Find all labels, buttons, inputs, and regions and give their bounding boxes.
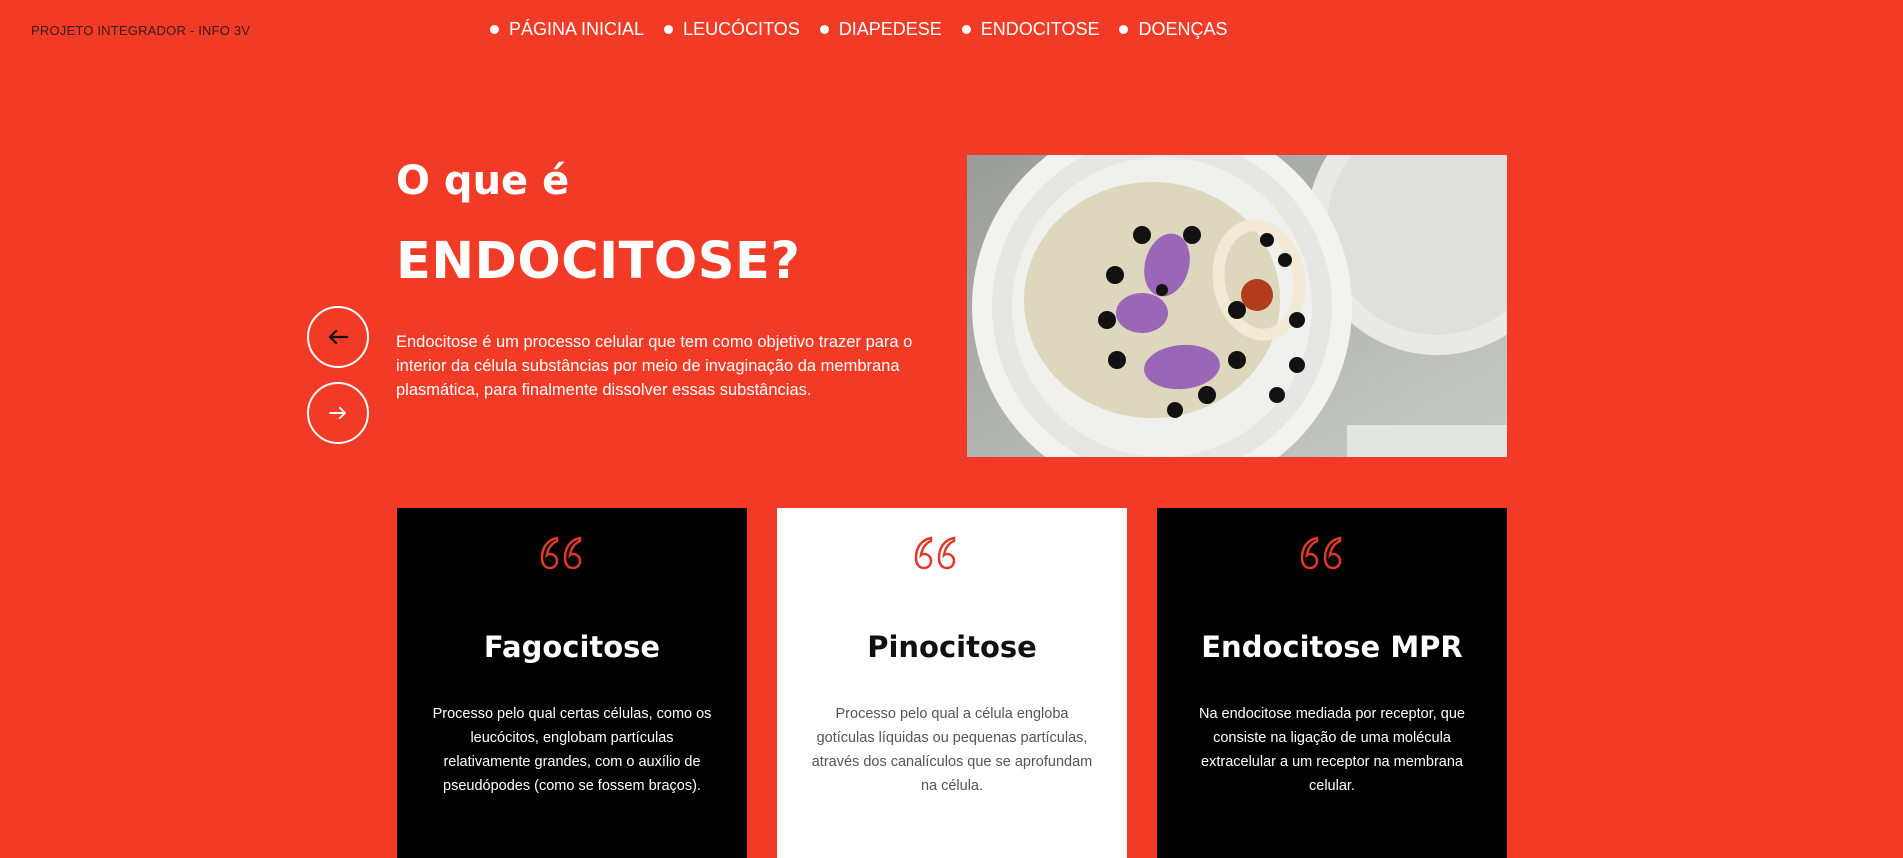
nav-item-pagina-inicial[interactable]: PÁGINA INICIAL — [490, 19, 644, 40]
nav-item-label: DIAPEDESE — [838, 19, 942, 39]
bullet-icon — [819, 25, 829, 34]
quote-icon — [540, 536, 582, 570]
bullet-icon — [490, 25, 499, 34]
cell-model-photo — [967, 155, 1507, 457]
arrow-left-icon — [328, 329, 348, 345]
nav-item-label: DOENÇAS — [1138, 19, 1228, 39]
card-endocitose-mpr: Endocitose MPR Na endocitose mediada por… — [1157, 508, 1507, 858]
card-text: Processo pelo qual certas células, como … — [432, 706, 712, 794]
nav-item-doencas[interactable]: DOENÇAS — [1119, 19, 1228, 40]
card-title: Endocitose MPR — [1201, 630, 1463, 664]
nav-item-diapedese[interactable]: DIAPEDESE — [819, 19, 942, 40]
quote-icon — [1300, 536, 1342, 570]
card-title: Fagocitose — [483, 630, 661, 664]
site-brand: PROJETO INTEGRADOR - INFO 3V — [31, 23, 251, 38]
card-fagocitose: Fagocitose Processo pelo qual certas cél… — [397, 508, 747, 858]
nav-item-label: ENDOCITOSE — [980, 19, 1100, 39]
main-nav: PÁGINA INICIAL LEUCÓCITOS DIAPEDESE ENDO… — [490, 19, 1248, 40]
hero-title: ENDOCITOSE? — [396, 232, 801, 291]
nav-item-label: PÁGINA INICIAL — [509, 19, 645, 39]
arrow-right-icon — [329, 406, 346, 420]
card-text: Na endocitose mediada por receptor, que … — [1198, 706, 1465, 794]
slider-next-button[interactable] — [307, 382, 369, 444]
nav-item-label: LEUCÓCITOS — [683, 19, 800, 39]
quote-icon — [914, 536, 956, 570]
nav-item-leucocitos[interactable]: LEUCÓCITOS — [664, 19, 800, 40]
bullet-icon — [1119, 25, 1129, 34]
nav-item-endocitose[interactable]: ENDOCITOSE — [961, 19, 1100, 40]
slider-prev-button[interactable] — [307, 306, 369, 368]
card-pinocitose: Pinocitose Processo pelo qual a célula e… — [777, 508, 1127, 858]
hero-subtitle: O que é — [396, 158, 570, 204]
bullet-icon — [664, 25, 674, 34]
card-title: Pinocitose — [867, 630, 1037, 664]
hero-description: Endocitose é um processo celular que tem… — [396, 333, 913, 399]
bullet-icon — [961, 25, 971, 34]
cell-model-image — [967, 155, 1507, 457]
card-text: Processo pelo qual a célula engloba gotí… — [811, 706, 1093, 794]
